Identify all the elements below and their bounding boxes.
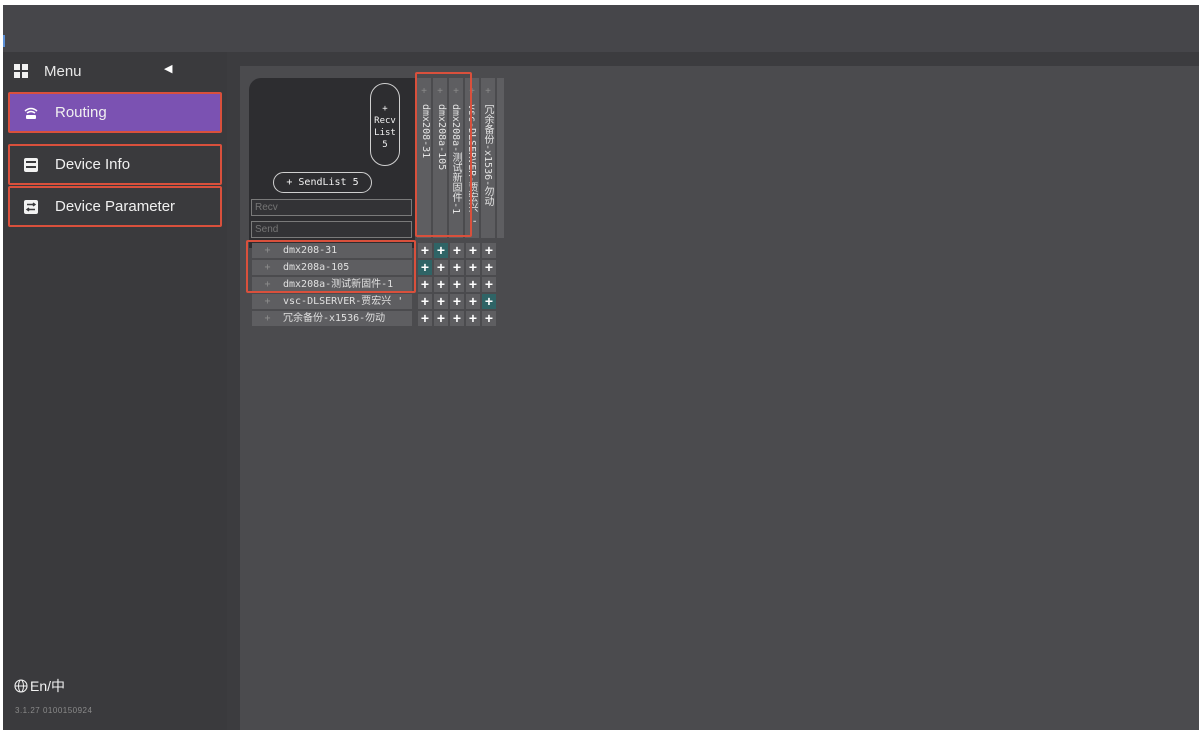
route-cell[interactable]: +: [466, 277, 480, 292]
route-cell[interactable]: +: [434, 243, 448, 258]
route-cell[interactable]: +: [434, 311, 448, 326]
recv-column-header[interactable]: + dmx208-31: [417, 78, 431, 238]
route-cell[interactable]: +: [482, 277, 496, 292]
route-cell[interactable]: +: [418, 243, 432, 258]
sidebar-item-label: Device Parameter: [55, 198, 176, 215]
top-bar: [3, 5, 1199, 52]
route-cell[interactable]: +: [466, 294, 480, 309]
sidebar-item-device-info[interactable]: Device Info: [8, 144, 222, 185]
sidebar-item-device-parameter[interactable]: Device Parameter: [8, 186, 222, 227]
route-cell[interactable]: +: [450, 294, 464, 309]
route-cell[interactable]: +: [450, 277, 464, 292]
route-cell[interactable]: +: [482, 260, 496, 275]
recv-list-count: 5: [382, 140, 388, 150]
route-cell[interactable]: +: [450, 260, 464, 275]
sidebar-item-routing[interactable]: Routing: [8, 92, 222, 133]
recv-column-header[interactable]: + dmx208a-105: [433, 78, 447, 238]
recv-column-header-edge: [497, 78, 504, 238]
wifi-router-icon: [24, 106, 38, 120]
route-cell[interactable]: +: [418, 260, 432, 275]
route-cell[interactable]: +: [418, 277, 432, 292]
recv-list-line2: List: [374, 128, 396, 138]
globe-icon: [14, 679, 28, 693]
route-cell[interactable]: +: [450, 311, 464, 326]
collapse-caret-icon[interactable]: ◀: [164, 62, 172, 75]
recv-list-button[interactable]: + Recv List 5: [370, 83, 400, 166]
device-parameter-icon: [24, 199, 38, 214]
device-info-icon: [24, 157, 38, 172]
recv-filter-input[interactable]: [251, 199, 412, 216]
language-toggle[interactable]: En/中: [14, 676, 65, 696]
send-filter-input[interactable]: [251, 221, 412, 238]
send-row[interactable]: + dmx208a-105: [252, 260, 412, 275]
route-cell[interactable]: +: [418, 311, 432, 326]
route-cell[interactable]: +: [466, 260, 480, 275]
recv-column-header[interactable]: + dmx208a-测试新固件-1: [449, 78, 463, 238]
language-label: En/中: [30, 678, 66, 694]
send-row[interactable]: + 冗余备份-x1536-勿动: [252, 311, 412, 326]
menu-label: Menu: [44, 62, 82, 80]
route-cell[interactable]: +: [418, 294, 432, 309]
route-cell[interactable]: +: [466, 311, 480, 326]
recv-column-header[interactable]: + 冗余备份-x1536-勿动: [481, 78, 495, 238]
menu-header[interactable]: Menu ◀: [14, 60, 184, 82]
route-cell[interactable]: +: [482, 311, 496, 326]
route-cell[interactable]: +: [450, 243, 464, 258]
send-list-button[interactable]: + SendList 5: [273, 172, 372, 193]
route-cell[interactable]: +: [482, 243, 496, 258]
route-cell[interactable]: +: [482, 294, 496, 309]
recv-column-header[interactable]: + vsc-DLSERVER-贾宏兴 ': [465, 78, 479, 238]
recv-list-plus: +: [382, 104, 388, 114]
send-row[interactable]: + vsc-DLSERVER-贾宏兴 ': [252, 294, 412, 309]
route-cell[interactable]: +: [466, 243, 480, 258]
send-row[interactable]: + dmx208-31: [252, 243, 412, 258]
route-cell[interactable]: +: [434, 277, 448, 292]
sidebar-item-label: Device Info: [55, 156, 131, 173]
dashboard-icon: [14, 64, 28, 78]
accent-marker: [3, 35, 5, 47]
route-cell[interactable]: +: [434, 260, 448, 275]
send-row[interactable]: + dmx208a-测试新固件-1: [252, 277, 412, 292]
route-cell[interactable]: +: [434, 294, 448, 309]
sidebar-item-label: Routing: [55, 104, 107, 121]
version-text: 3.1.27 0100150924: [15, 706, 93, 715]
recv-list-line1: Recv: [374, 116, 396, 126]
